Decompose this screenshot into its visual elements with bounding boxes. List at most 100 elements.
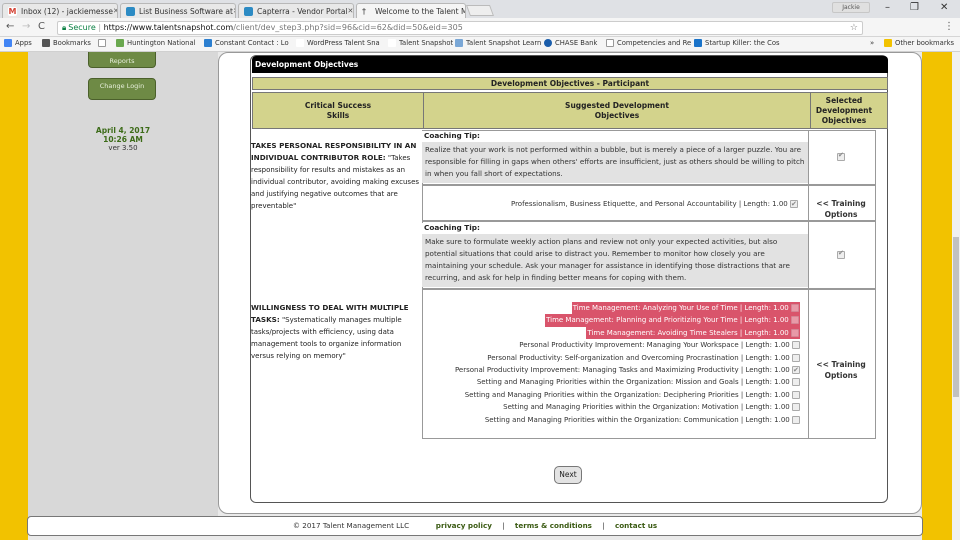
option-checkbox[interactable] <box>792 353 800 362</box>
restore-icon[interactable]: ❐ <box>910 2 919 13</box>
scrollbar-thumb[interactable] <box>953 237 959 397</box>
capterra-icon <box>244 6 253 16</box>
option-checkbox[interactable] <box>790 198 798 210</box>
bookmark-blank-page[interactable] <box>98 39 109 47</box>
tab-label: List Business Software at <box>139 6 233 16</box>
option-row: Personal Productivity Improvement: Manag… <box>519 339 800 351</box>
capterra-icon <box>126 6 135 16</box>
close-tab-icon[interactable]: ✕ <box>348 7 353 15</box>
checkbox[interactable] <box>837 249 845 259</box>
section-title: Development Objectives <box>252 56 888 73</box>
contact-us-link[interactable]: contact us <box>615 521 657 530</box>
chase-icon <box>544 39 552 47</box>
bookmark-talent-snapshot[interactable]: Talent Snapshot <box>388 39 453 47</box>
talent-snapshot-icon <box>388 39 396 47</box>
tab-talent-snapshot[interactable]: † Welcome to the Talent M ✕ <box>356 3 466 18</box>
privacy-policy-link[interactable]: privacy policy <box>436 521 492 530</box>
footer: © 2017 Talent Management LLC privacy pol… <box>27 516 923 536</box>
option-checkbox[interactable] <box>791 328 799 337</box>
close-tab-icon[interactable]: ✕ <box>233 7 235 15</box>
bookmark-constant-contact[interactable]: Constant Contact : Lo <box>204 39 289 47</box>
option-row: Setting and Managing Priorities within t… <box>503 401 800 413</box>
tab-strip: M Inbox (12) - jackiemesse ✕ List Busine… <box>0 0 960 18</box>
option-checkbox[interactable] <box>792 403 800 412</box>
bookmark-apps[interactable]: Apps <box>4 39 32 47</box>
bookmark-wordpress[interactable]: WordPress Talent Sna <box>296 39 380 47</box>
talent-snapshot-icon <box>296 39 304 47</box>
bookmark-huntington[interactable]: Huntington National <box>116 39 196 47</box>
page-scrollbar[interactable] <box>952 52 960 540</box>
option-row: Setting and Managing Priorities within t… <box>465 389 800 401</box>
bookmark-startup-killer[interactable]: Startup Killer: the Cos <box>694 39 780 47</box>
current-date: April 4, 2017 <box>95 126 151 135</box>
minimize-icon[interactable]: – <box>885 2 890 13</box>
bookmark-bookmarks[interactable]: Bookmarks <box>42 39 91 47</box>
tab-list-business[interactable]: List Business Software at ✕ <box>120 3 236 18</box>
option-row: Professionalism, Business Etiquette, and… <box>511 198 798 210</box>
document-icon <box>455 39 463 47</box>
training-options-link[interactable]: << Training Options <box>808 198 874 220</box>
option-row-highlighted: Time Management: Avoiding Time Stealers … <box>586 326 800 340</box>
skill-1-tip-checkbox[interactable] <box>837 151 845 161</box>
constant-contact-icon <box>204 39 212 47</box>
option-checkbox[interactable] <box>792 378 800 387</box>
right-accent-band <box>922 52 952 540</box>
profile-chip[interactable]: Jackie <box>832 2 870 13</box>
skill-2-coaching-tip: Coaching Tip: Make sure to formulate wee… <box>422 223 808 287</box>
back-icon[interactable]: ← <box>6 21 14 32</box>
bookmark-chase[interactable]: CHASE Bank <box>544 39 597 47</box>
more-bookmarks-icon[interactable]: » <box>870 39 874 47</box>
page-viewport: Reports Change Login April 4, 2017 10:26… <box>0 52 960 540</box>
option-row: Personal Productivity Improvement: Manag… <box>455 364 800 376</box>
star-icon <box>42 39 50 47</box>
footer-separator: | <box>602 521 605 530</box>
option-checkbox[interactable] <box>791 304 799 312</box>
sidebar: Reports Change Login April 4, 2017 10:26… <box>28 52 218 520</box>
option-checkbox[interactable] <box>792 341 800 350</box>
reports-button[interactable]: Reports <box>88 52 156 68</box>
checkbox[interactable] <box>837 151 845 161</box>
terms-link[interactable]: terms & conditions <box>515 521 592 530</box>
bookmark-star-icon[interactable]: ☆ <box>850 22 858 34</box>
secure-label: Secure <box>68 23 96 32</box>
url-domain: https://www.talentsnapshot.com <box>103 23 234 32</box>
option-checkbox[interactable] <box>792 364 800 376</box>
left-accent-band <box>0 52 28 540</box>
close-tab-icon[interactable]: ✕ <box>113 7 117 15</box>
url-field[interactable]: 🔒︎ Secure | https://www.talentsnapshot.co… <box>57 21 863 35</box>
coaching-tip-label: Coaching Tip: <box>422 223 808 234</box>
reload-icon[interactable]: C <box>38 21 45 32</box>
copyright: © 2017 Talent Management LLC <box>292 521 410 530</box>
tab-gmail[interactable]: M Inbox (12) - jackiemesse ✕ <box>2 3 118 18</box>
lock-icon: 🔒︎ <box>62 23 67 32</box>
forward-icon[interactable]: → <box>22 21 30 32</box>
coaching-tip-label: Coaching Tip: <box>422 131 808 142</box>
current-time: 10:26 AM <box>103 135 143 144</box>
section-subtitle: Development Objectives - Participant <box>252 77 888 90</box>
skill-2-tip-checkbox[interactable] <box>837 249 845 259</box>
option-checkbox[interactable] <box>792 390 800 399</box>
tab-label: Capterra - Vendor Portal <box>257 6 348 16</box>
talent-snapshot-icon: † <box>362 6 366 16</box>
next-button[interactable]: Next <box>554 466 582 484</box>
address-bar: ← → C 🔒︎ Secure | https://www.talentsnaps… <box>0 18 960 50</box>
bookmark-talent-learn[interactable]: Talent Snapshot Learn <box>455 39 541 47</box>
other-bookmarks[interactable]: Other bookmarks <box>884 39 954 47</box>
option-row-highlighted: Time Management: Planning and Prioritizi… <box>545 314 800 327</box>
new-tab-button[interactable] <box>465 5 495 16</box>
option-checkbox[interactable] <box>792 415 800 424</box>
skill-1-coaching-tip: Coaching Tip: Realize that your work is … <box>422 131 808 183</box>
cell-divider <box>808 130 809 185</box>
menu-icon[interactable]: ⋮ <box>944 21 954 32</box>
date-display: April 4, 2017 10:26 AM ver 3.50 <box>58 126 188 153</box>
option-checkbox[interactable] <box>791 316 799 325</box>
bookmark-competencies[interactable]: Competencies and Re <box>606 39 691 47</box>
option-row: Setting and Managing Priorities within t… <box>477 376 800 388</box>
header-selected: Selected Development Objectives <box>815 95 873 125</box>
page-icon <box>606 39 614 47</box>
tab-capterra[interactable]: Capterra - Vendor Portal ✕ <box>238 3 354 18</box>
training-options-link[interactable]: << Training Options <box>808 359 874 381</box>
change-login-button[interactable]: Change Login <box>88 78 156 100</box>
version-label: ver 3.50 <box>108 144 138 152</box>
close-window-icon[interactable]: ✕ <box>940 2 948 13</box>
